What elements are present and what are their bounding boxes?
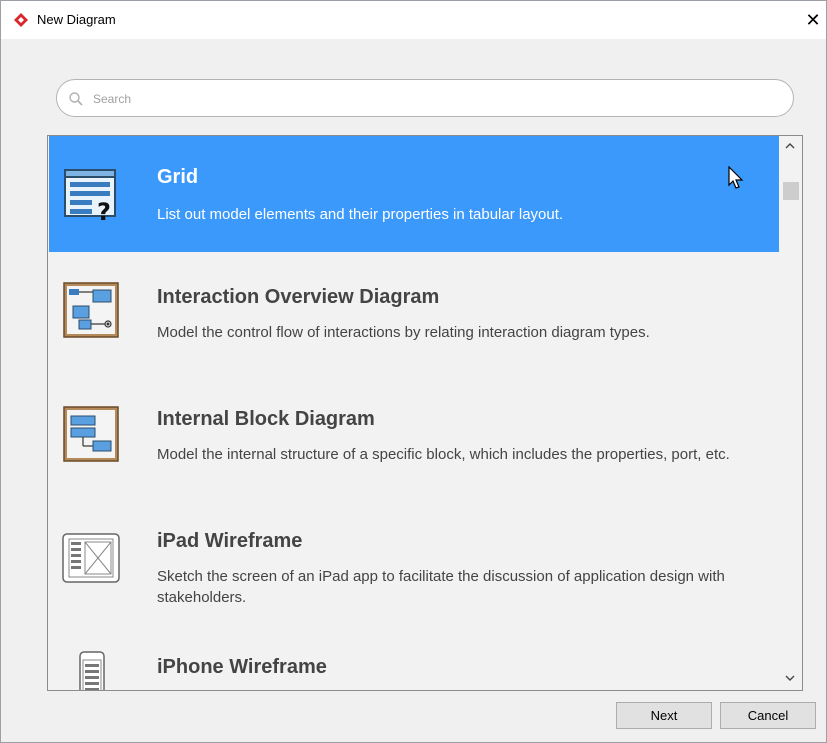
new-diagram-dialog: New Diagram ✕ ? Grid List out model elem… — [0, 0, 827, 743]
cancel-button[interactable]: Cancel — [720, 702, 816, 729]
item-description: Model the internal structure of a specif… — [157, 446, 730, 463]
item-title: iPad Wireframe — [157, 530, 303, 552]
list-item-ipad-wireframe[interactable]: iPad Wireframe Sketch the screen of an i… — [49, 502, 779, 630]
list-item-interaction-overview-diagram[interactable]: Interaction Overview Diagram Model the c… — [49, 252, 779, 374]
item-title: Internal Block Diagram — [157, 408, 375, 430]
grid-diagram-icon: ? — [64, 169, 116, 224]
search-box[interactable] — [56, 79, 794, 117]
close-button[interactable]: ✕ — [801, 7, 825, 33]
list-item-iphone-wireframe[interactable]: iPhone Wireframe — [49, 630, 779, 690]
item-description: Sketch the screen of an iPad app to faci… — [157, 568, 725, 606]
item-description: List out model elements and their proper… — [157, 206, 564, 223]
scrollbar-thumb[interactable] — [783, 182, 799, 200]
diagram-type-list: ? Grid List out model elements and their… — [47, 135, 803, 691]
chevron-up-icon[interactable] — [784, 140, 796, 152]
item-title: Grid — [157, 166, 199, 188]
svg-text:?: ? — [97, 198, 111, 224]
chevron-down-icon[interactable] — [784, 672, 796, 684]
interaction-overview-diagram-icon — [63, 282, 119, 338]
mouse-cursor-icon — [728, 166, 744, 189]
item-description: Model the control flow of interactions b… — [157, 324, 650, 341]
title-bar: New Diagram ✕ — [1, 1, 826, 39]
internal-block-diagram-icon — [63, 406, 119, 462]
app-logo-icon — [14, 13, 28, 27]
vertical-scrollbar[interactable] — [779, 136, 802, 690]
close-icon: ✕ — [805, 10, 821, 30]
ipad-wireframe-icon — [62, 533, 120, 583]
item-title: Interaction Overview Diagram — [157, 286, 440, 308]
next-button[interactable]: Next — [616, 702, 712, 729]
list-item-grid[interactable]: ? Grid List out model elements and their… — [49, 136, 779, 252]
list-item-internal-block-diagram[interactable]: Internal Block Diagram Model the interna… — [49, 374, 779, 502]
item-title: iPhone Wireframe — [157, 656, 327, 678]
search-input[interactable] — [93, 89, 773, 109]
iphone-wireframe-icon — [79, 651, 105, 690]
window-title: New Diagram — [37, 12, 116, 27]
search-icon — [69, 92, 83, 106]
